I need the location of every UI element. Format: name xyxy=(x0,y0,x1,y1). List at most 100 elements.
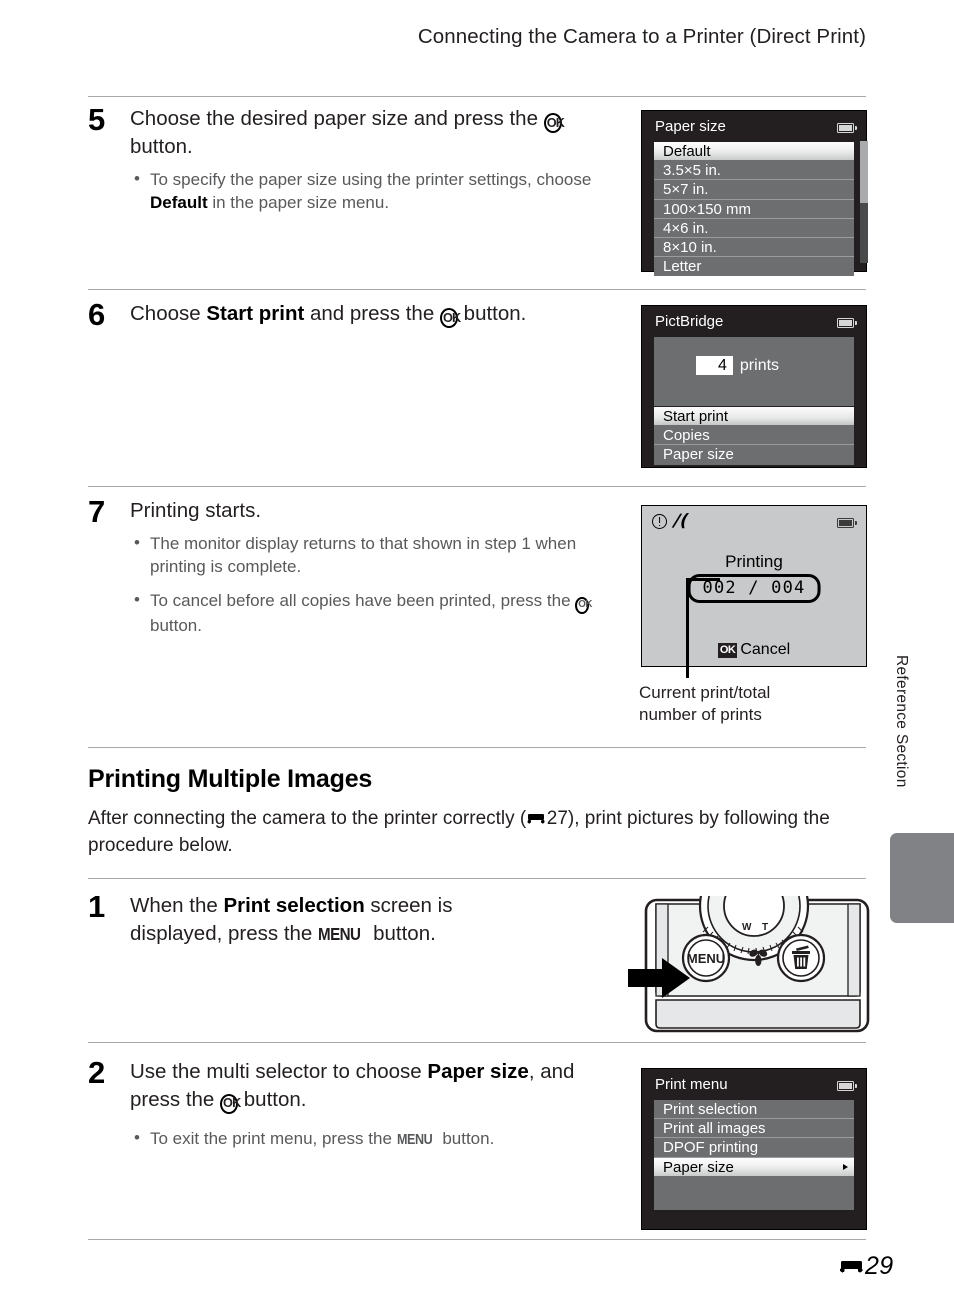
ok-button-icon: OK xyxy=(575,596,592,614)
step-1-title-bold: Print selection xyxy=(223,894,365,917)
menu-item-copies[interactable]: Copies xyxy=(654,426,854,446)
divider-rule xyxy=(88,1239,866,1240)
screen-pictbridge: PictBridge 4 prints Start print Copies Pa… xyxy=(641,305,867,468)
step-6-title-mid: and press the xyxy=(304,302,440,325)
print-count-display: 4 prints xyxy=(696,356,780,375)
battery-icon xyxy=(837,123,858,133)
caption-line-1: Current print/total xyxy=(639,683,771,702)
caption-line-2: number of prints xyxy=(639,705,762,725)
divider-rule xyxy=(88,96,866,97)
warning-icon-group: /( xyxy=(652,511,690,531)
ok-button-icon: OK xyxy=(543,113,565,134)
menu-item-print-all-images[interactable]: Print all images xyxy=(654,1119,854,1139)
step-number-2: 2 xyxy=(88,1055,106,1090)
menu-button-icon: MENU xyxy=(396,1132,433,1148)
menu-item-label: DPOF printing xyxy=(663,1139,759,1157)
chevron-right-icon xyxy=(843,1163,848,1170)
battery-icon xyxy=(837,1081,858,1091)
screen-printing: /( Printing 002 / 004 OK Cancel xyxy=(641,505,867,667)
screen-scrollbar-thumb[interactable] xyxy=(860,141,868,203)
divider-rule xyxy=(88,486,866,487)
ok-button-icon: OK xyxy=(717,642,738,658)
menu-item-8x10[interactable]: 8×10 in. xyxy=(654,238,854,258)
body-pre: After connecting the camera to the print… xyxy=(88,808,527,829)
side-tab-marker xyxy=(890,833,954,923)
cancel-row[interactable]: OK Cancel xyxy=(642,641,866,659)
step-2-bullets: To exit the print menu, press the MENU b… xyxy=(130,1126,610,1152)
step-7-title-text: Printing starts. xyxy=(130,499,262,522)
screen-title: PictBridge xyxy=(655,313,724,330)
delete-button xyxy=(776,933,826,983)
menu-item-label: 100×150 mm xyxy=(663,200,751,218)
step-5-title-pre: Choose the desired paper size and press … xyxy=(130,107,544,130)
step-5-title: Choose the desired paper size and press … xyxy=(130,105,610,161)
pictbridge-menu-list: Start print Copies Paper size xyxy=(654,407,854,465)
bullet-text-post: in the paper size menu. xyxy=(207,193,390,213)
print-count-value[interactable]: 4 xyxy=(696,356,733,375)
step-2-title-bold: Paper size xyxy=(427,1060,529,1083)
step-6-title-bold: Start print xyxy=(206,302,305,325)
menu-item-label: 4×6 in. xyxy=(663,219,709,237)
menu-item-paper-size[interactable]: Paper size xyxy=(654,1157,854,1177)
bullet-text-post: button. xyxy=(150,615,202,635)
screen-paper-size: Paper size Default 3.5×5 in. 5×7 in. 100… xyxy=(641,110,867,277)
body-ref-page: 27 xyxy=(546,808,568,829)
page-number: 29 xyxy=(838,1252,893,1281)
divider-rule xyxy=(88,747,866,748)
divider-rule xyxy=(88,878,866,879)
step-1-title: When the Print selection screen is displ… xyxy=(130,892,550,947)
ok-button-icon: OK xyxy=(220,1093,241,1114)
menu-item-label: 5×7 in. xyxy=(663,181,709,199)
step-1-title-pre: When the xyxy=(130,894,224,917)
bullet-text-pre: To exit the print menu, press the xyxy=(150,1129,397,1148)
menu-item-label: Copies xyxy=(663,427,710,445)
section-heading: Printing Multiple Images xyxy=(88,765,373,793)
step-7-title: Printing starts. xyxy=(130,497,610,525)
menu-item-paper-size[interactable]: Paper size xyxy=(654,445,854,464)
menu-item-default[interactable]: Default xyxy=(654,142,854,162)
screen-print-menu: Print menu Print selection Print all ima… xyxy=(641,1068,867,1230)
printing-status-label: Printing xyxy=(725,552,783,571)
menu-item-3.5x5[interactable]: 3.5×5 in. xyxy=(654,161,854,181)
callout-leader-vertical xyxy=(686,578,689,678)
menu-item-label: Start print xyxy=(663,408,729,425)
bullet-text-bold: Default xyxy=(150,193,208,213)
menu-item-letter[interactable]: Letter xyxy=(654,257,854,276)
menu-item-label: Default xyxy=(663,143,711,160)
print-count-label: prints xyxy=(739,357,780,374)
section-body: After connecting the camera to the print… xyxy=(88,806,848,860)
screen-title: Paper size xyxy=(655,118,726,135)
menu-item-print-selection[interactable]: Print selection xyxy=(654,1100,854,1120)
step-5-title-post: button. xyxy=(130,135,193,159)
svg-text:T: T xyxy=(762,922,768,933)
screen-title: Print menu xyxy=(655,1076,728,1093)
pictbridge-preview-panel: 4 prints xyxy=(654,337,854,406)
bullet-text: The monitor display returns to that show… xyxy=(150,534,577,577)
step-6-title-post: button. xyxy=(457,302,527,325)
step-6-title: Choose Start print and press the OK butt… xyxy=(130,300,630,329)
menu-item-100x150[interactable]: 100×150 mm xyxy=(654,200,854,219)
menu-button-label: MENU xyxy=(687,951,725,966)
ok-button-icon: OK xyxy=(439,308,461,329)
reference-section-icon xyxy=(838,1260,865,1276)
step-number-5: 5 xyxy=(88,102,106,137)
menu-item-5x7[interactable]: 5×7 in. xyxy=(654,180,854,200)
step-number-6: 6 xyxy=(88,297,106,332)
manual-page: Connecting the Camera to a Printer (Dire… xyxy=(0,0,954,1314)
camera-shake-icon: /( xyxy=(673,511,690,531)
svg-text:W: W xyxy=(742,922,752,933)
step-2-title-pre: Use the multi selector to choose xyxy=(130,1060,428,1083)
bullet-item: To specify the paper size using the prin… xyxy=(130,167,600,215)
paper-size-menu-list: Default 3.5×5 in. 5×7 in. 100×150 mm 4×6… xyxy=(654,142,854,277)
cancel-label: Cancel xyxy=(740,641,791,658)
menu-item-start-print[interactable]: Start print xyxy=(654,407,854,427)
print-menu-list: Print selection Print all images DPOF pr… xyxy=(654,1100,854,1210)
menu-item-dpof-printing[interactable]: DPOF printing xyxy=(654,1138,854,1158)
menu-item-label: 8×10 in. xyxy=(663,238,717,256)
divider-rule xyxy=(88,289,866,290)
reference-section-icon xyxy=(526,813,547,826)
menu-item-4x6[interactable]: 4×6 in. xyxy=(654,219,854,238)
step-2-title-post: button. xyxy=(238,1087,307,1111)
menu-button-icon: MENU xyxy=(318,923,361,944)
step-2-title: Use the multi selector to choose Paper s… xyxy=(130,1058,610,1114)
